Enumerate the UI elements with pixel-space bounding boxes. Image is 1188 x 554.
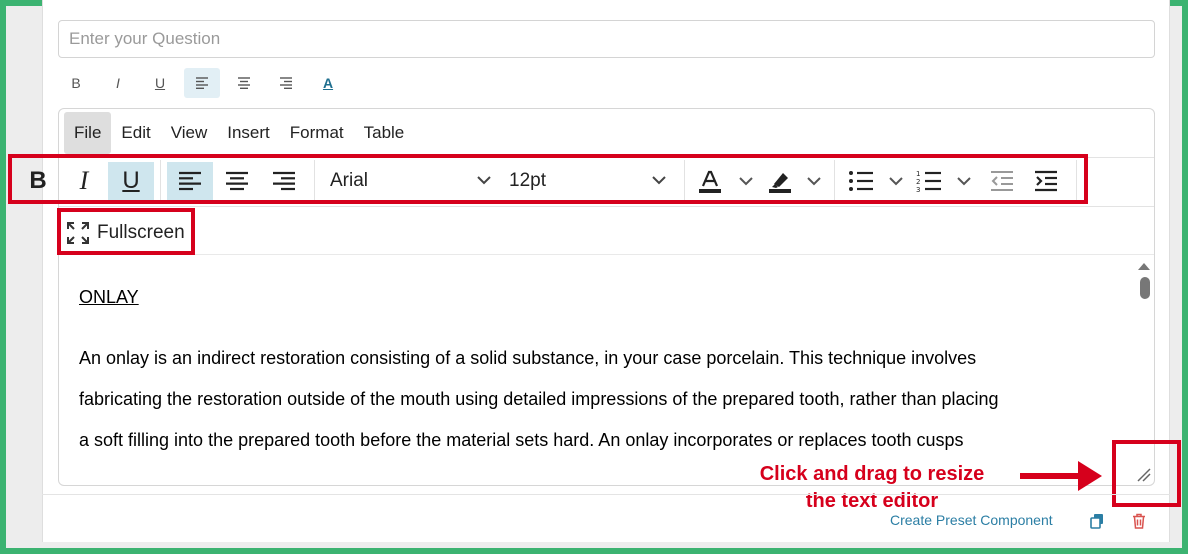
underline-icon: U (154, 75, 166, 91)
align-right-icon (280, 77, 292, 89)
menu-insert[interactable]: Insert (217, 112, 280, 154)
editor-scrollbar-thumb[interactable] (1140, 277, 1150, 299)
mini-align-center-button[interactable] (226, 68, 262, 98)
mini-bold-button[interactable]: B (58, 68, 94, 98)
align-center-icon (238, 77, 250, 89)
question-input[interactable] (58, 20, 1155, 58)
resize-callout: Click and drag to resize the text editor (742, 461, 1002, 515)
align-left-icon (196, 77, 208, 89)
content-heading: ONLAY (79, 287, 139, 307)
menu-format[interactable]: Format (280, 112, 354, 154)
content-line: An onlay is an indirect restoration cons… (79, 348, 977, 368)
fullscreen-highlight-box (57, 208, 195, 255)
trash-icon[interactable] (1131, 513, 1147, 529)
callout-arrow-icon (1020, 461, 1102, 491)
italic-icon: I (116, 75, 120, 91)
menu-edit[interactable]: Edit (111, 112, 160, 154)
mini-text-color-button[interactable]: A (310, 68, 346, 98)
menu-table[interactable]: Table (354, 112, 415, 154)
fullscreen-row: Fullscreen (59, 207, 1154, 255)
menu-view[interactable]: View (161, 112, 218, 154)
content-line: a soft filling into the prepared tooth b… (79, 430, 964, 450)
resize-highlight-box (1112, 440, 1181, 507)
callout-line-2: the text editor (805, 490, 939, 512)
callout-line-1: Click and drag to resize (759, 463, 985, 485)
scroll-up-icon[interactable] (1137, 261, 1151, 271)
content-line: fabricating the restoration outside of t… (79, 389, 999, 409)
editor-menubar: File Edit View Insert Format Table (64, 112, 414, 154)
create-preset-component-link[interactable]: Create Preset Component (890, 512, 1053, 528)
mini-underline-button[interactable]: U (142, 68, 178, 98)
mini-italic-button[interactable]: I (100, 68, 136, 98)
copy-icon[interactable] (1089, 513, 1105, 529)
menu-file[interactable]: File (64, 112, 112, 154)
mini-align-right-button[interactable] (268, 68, 304, 98)
card-divider (42, 494, 1170, 495)
mini-align-left-button[interactable] (184, 68, 220, 98)
mini-format-toolbar: B I U A (58, 68, 352, 98)
text-color-icon: A (322, 75, 334, 91)
toolbar-highlight-box (8, 154, 1088, 204)
bold-icon: B (71, 75, 81, 91)
editor-content[interactable]: ONLAY An onlay is an indirect restoratio… (79, 286, 1129, 461)
